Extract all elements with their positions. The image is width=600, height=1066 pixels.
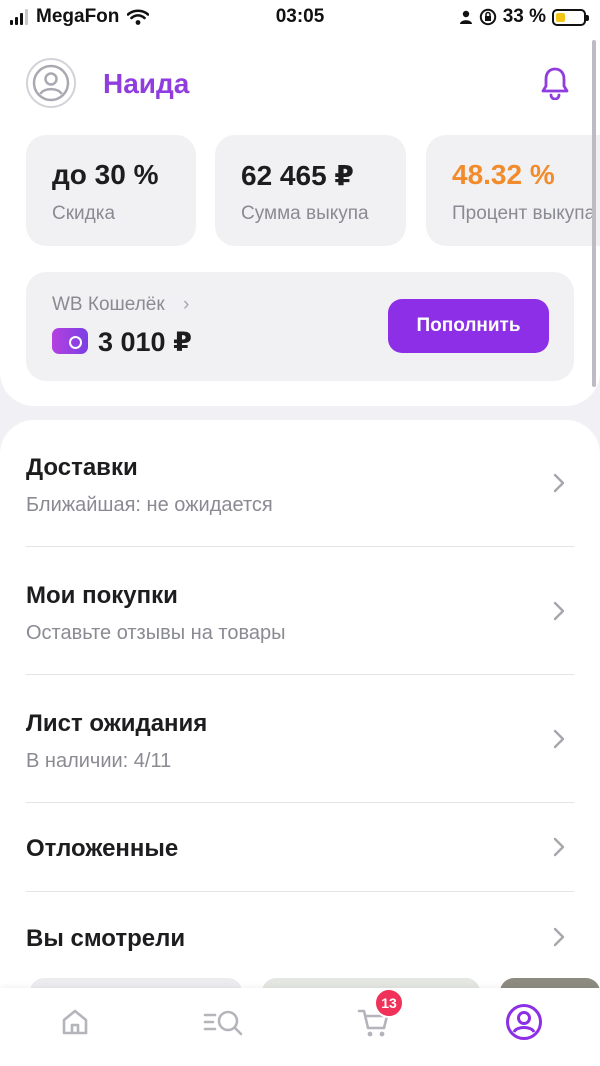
chevron-right-icon: › bbox=[183, 294, 190, 315]
wallet-icon bbox=[52, 328, 88, 354]
home-icon bbox=[62, 1009, 88, 1035]
battery-percent: 33 % bbox=[502, 6, 546, 27]
stat-value: 62 465 ₽ bbox=[241, 160, 354, 191]
bottom-nav: 13 bbox=[0, 988, 600, 1066]
stat-value: до 30 % bbox=[52, 159, 159, 190]
catalog-search-icon bbox=[203, 1010, 243, 1036]
stat-label: Процент выкупа bbox=[452, 203, 596, 224]
profile-menu-list: Доставки Ближайшая: не ожидается Мои пок… bbox=[0, 420, 600, 1020]
menu-item-title: Лист ожидания bbox=[26, 710, 208, 737]
avatar[interactable] bbox=[26, 58, 76, 108]
stat-label: Сумма выкупа bbox=[241, 203, 369, 224]
profile-header-card: Наида до 30 % Скидка 62 465 ₽ Сумма выку… bbox=[0, 34, 600, 406]
menu-item-my-purchases[interactable]: Мои покупки Оставьте отзывы на товары bbox=[0, 547, 600, 675]
menu-item-title: Доставки bbox=[26, 454, 138, 481]
chevron-right-icon bbox=[553, 601, 565, 621]
menu-item-subtitle: Оставьте отзывы на товары bbox=[26, 622, 286, 644]
menu-item-title: Вы смотрели bbox=[26, 925, 186, 952]
chevron-right-icon bbox=[553, 473, 565, 493]
menu-item-title: Мои покупки bbox=[26, 582, 178, 609]
profile-icon bbox=[506, 1004, 542, 1040]
stat-card-purchase-sum[interactable]: 62 465 ₽ Сумма выкупа bbox=[215, 135, 406, 246]
stat-value: 48.32 % bbox=[452, 159, 555, 190]
menu-item-subtitle: Ближайшая: не ожидается bbox=[26, 494, 273, 516]
wallet-card[interactable]: WB Кошелёк › 3 010 ₽ Пополнить bbox=[26, 272, 574, 381]
chevron-right-icon bbox=[553, 837, 565, 857]
wallet-title[interactable]: WB Кошелёк bbox=[52, 294, 165, 316]
lock-rotation-icon bbox=[479, 8, 496, 26]
user-name[interactable]: Наида bbox=[103, 68, 189, 100]
menu-item-viewed[interactable]: Вы смотрели bbox=[0, 892, 600, 982]
scrollbar[interactable] bbox=[592, 40, 596, 387]
nav-catalog[interactable] bbox=[202, 1000, 246, 1044]
cart-badge: 13 bbox=[374, 988, 404, 1018]
menu-item-waitlist[interactable]: Лист ожидания В наличии: 4/11 bbox=[0, 675, 600, 803]
stat-label: Скидка bbox=[52, 203, 116, 224]
menu-item-title: Отложенные bbox=[26, 835, 179, 862]
chevron-right-icon bbox=[553, 729, 565, 749]
person-icon bbox=[459, 10, 472, 24]
stat-card-discount[interactable]: до 30 % Скидка bbox=[26, 135, 196, 246]
stat-card-purchase-percent[interactable]: 48.32 % Процент выкупа bbox=[426, 135, 600, 246]
menu-item-subtitle: В наличии: 4/11 bbox=[26, 750, 172, 772]
avatar-icon bbox=[32, 64, 70, 102]
nav-home[interactable] bbox=[53, 1000, 97, 1044]
menu-item-saved[interactable]: Отложенные bbox=[0, 803, 600, 892]
status-right: 33 % bbox=[459, 6, 589, 28]
menu-item-deliveries[interactable]: Доставки Ближайшая: не ожидается bbox=[0, 420, 600, 547]
bell-icon bbox=[541, 67, 569, 100]
nav-profile[interactable] bbox=[502, 1000, 546, 1044]
notifications-button[interactable] bbox=[536, 64, 574, 102]
wallet-balance: 3 010 ₽ bbox=[98, 327, 192, 357]
chevron-right-icon bbox=[553, 927, 565, 947]
status-bar: MegaFon 03:05 33 % bbox=[0, 0, 600, 34]
battery-icon bbox=[552, 8, 589, 26]
topup-button[interactable]: Пополнить bbox=[388, 299, 549, 353]
